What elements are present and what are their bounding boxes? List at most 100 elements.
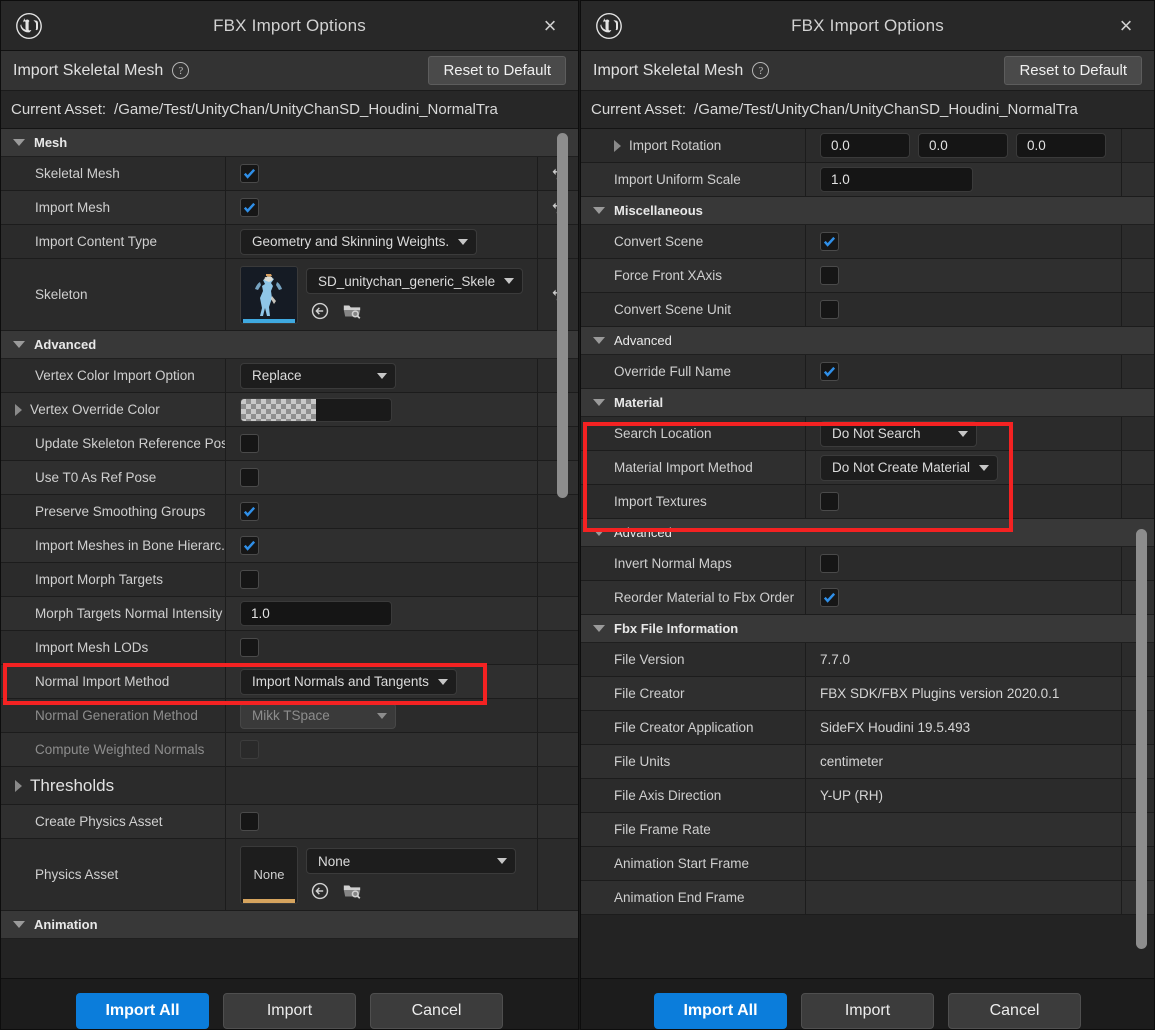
- cancel-button[interactable]: Cancel: [948, 993, 1081, 1029]
- import-rotation-x-input[interactable]: 0.0: [820, 133, 910, 158]
- import-uniform-scale-input[interactable]: 1.0: [820, 167, 973, 192]
- material-import-method-dropdown[interactable]: Do Not Create Material: [820, 454, 999, 481]
- import-content-type-dropdown[interactable]: Geometry and Skinning Weights.: [240, 228, 478, 255]
- help-icon[interactable]: ?: [752, 62, 770, 79]
- row-morph-targets-normal-intensity[interactable]: Morph Targets Normal Intensity 1.0: [1, 597, 578, 631]
- import-rotation-y-input[interactable]: 0.0: [918, 133, 1008, 158]
- row-import-mesh[interactable]: Import Mesh: [1, 191, 578, 225]
- import-mesh-checkbox[interactable]: [240, 198, 259, 217]
- row-create-physics-asset[interactable]: Create Physics Asset: [1, 805, 578, 839]
- import-mesh-lods-checkbox[interactable]: [240, 638, 259, 657]
- row-material-import-method[interactable]: Material Import Method Do Not Create Mat…: [581, 451, 1154, 485]
- physics-asset-dropdown[interactable]: None: [306, 848, 516, 874]
- vertical-scrollbar-right[interactable]: [1136, 529, 1147, 949]
- row-import-meshes-in-bone-hierarchy[interactable]: Import Meshes in Bone Hierarc...: [1, 529, 578, 563]
- browse-to-asset-icon[interactable]: [342, 881, 362, 901]
- row-label: Physics Asset: [1, 839, 226, 910]
- import-morph-targets-checkbox[interactable]: [240, 570, 259, 589]
- force-front-xaxis-checkbox[interactable]: [820, 266, 839, 285]
- row-vertex-color-import-option[interactable]: Vertex Color Import Option Replace: [1, 359, 578, 393]
- category-advanced[interactable]: Advanced: [1, 331, 578, 359]
- search-location-dropdown[interactable]: Do Not Search: [820, 420, 977, 447]
- physics-asset-thumbnail[interactable]: None: [240, 845, 298, 904]
- use-selected-asset-icon[interactable]: [310, 301, 330, 321]
- row-import-uniform-scale[interactable]: Import Uniform Scale 1.0: [581, 163, 1154, 197]
- category-animation[interactable]: Animation: [1, 911, 578, 939]
- import-button[interactable]: Import: [801, 993, 934, 1029]
- convert-scene-unit-checkbox[interactable]: [820, 300, 839, 319]
- reset-to-default-button[interactable]: Reset to Default: [1004, 56, 1142, 85]
- vertex-color-import-option-dropdown[interactable]: Replace: [240, 362, 396, 389]
- row-physics-asset[interactable]: Physics Asset None None: [1, 839, 578, 911]
- close-icon[interactable]: ×: [1112, 12, 1140, 40]
- row-override-full-name[interactable]: Override Full Name: [581, 355, 1154, 389]
- category-mesh[interactable]: Mesh: [1, 129, 578, 157]
- use-selected-asset-icon[interactable]: [310, 881, 330, 901]
- row-skeleton[interactable]: Skeleton SD_unitychan_generic_Skele: [1, 259, 578, 331]
- row-value: [226, 529, 538, 562]
- row-normal-import-method[interactable]: Normal Import Method Import Normals and …: [1, 665, 578, 699]
- help-icon[interactable]: ?: [172, 62, 190, 79]
- row-update-skeleton-reference-pose[interactable]: Update Skeleton Reference Pose: [1, 427, 578, 461]
- chevron-right-icon[interactable]: [15, 779, 22, 792]
- file-axis-direction-value: Y-UP (RH): [820, 788, 884, 803]
- category-fbx-file-information[interactable]: Fbx File Information: [581, 615, 1154, 643]
- close-icon[interactable]: ×: [536, 12, 564, 40]
- skeleton-asset-dropdown[interactable]: SD_unitychan_generic_Skele: [306, 268, 524, 294]
- row-label: Reorder Material to Fbx Order: [581, 581, 806, 614]
- chevron-down-icon: [593, 399, 605, 406]
- import-meshes-in-bone-hierarchy-checkbox[interactable]: [240, 536, 259, 555]
- chevron-down-icon: [497, 858, 507, 864]
- row-search-location[interactable]: Search Location Do Not Search: [581, 417, 1154, 451]
- row-force-front-xaxis[interactable]: Force Front XAxis: [581, 259, 1154, 293]
- chevron-right-icon[interactable]: [15, 403, 22, 416]
- row-value: Replace: [226, 359, 538, 392]
- category-advanced-misc[interactable]: Advanced: [581, 327, 1154, 355]
- vertical-scrollbar-left[interactable]: [557, 133, 568, 498]
- create-physics-asset-checkbox[interactable]: [240, 812, 259, 831]
- row-convert-scene[interactable]: Convert Scene: [581, 225, 1154, 259]
- update-skeleton-reference-pose-checkbox[interactable]: [240, 434, 259, 453]
- row-preserve-smoothing-groups[interactable]: Preserve Smoothing Groups: [1, 495, 578, 529]
- row-import-rotation[interactable]: Import Rotation 0.0 0.0 0.0: [581, 129, 1154, 163]
- import-rotation-z-input[interactable]: 0.0: [1016, 133, 1106, 158]
- row-import-content-type[interactable]: Import Content Type Geometry and Skinnin…: [1, 225, 578, 259]
- import-button[interactable]: Import: [223, 993, 356, 1029]
- import-all-button[interactable]: Import All: [654, 993, 787, 1029]
- use-t0-as-ref-pose-checkbox[interactable]: [240, 468, 259, 487]
- row-reorder-material-to-fbx-order[interactable]: Reorder Material to Fbx Order: [581, 581, 1154, 615]
- convert-scene-checkbox[interactable]: [820, 232, 839, 251]
- import-textures-checkbox[interactable]: [820, 492, 839, 511]
- row-thresholds[interactable]: Thresholds: [1, 767, 578, 805]
- reset-to-default-button[interactable]: Reset to Default: [428, 56, 566, 85]
- chevron-right-icon[interactable]: [614, 139, 621, 152]
- row-skeletal-mesh[interactable]: Skeletal Mesh: [1, 157, 578, 191]
- row-import-textures[interactable]: Import Textures: [581, 485, 1154, 519]
- invert-normal-maps-checkbox[interactable]: [820, 554, 839, 573]
- import-all-button[interactable]: Import All: [76, 993, 209, 1029]
- skeletal-mesh-checkbox[interactable]: [240, 164, 259, 183]
- chevron-down-icon: [458, 238, 469, 245]
- preserve-smoothing-groups-checkbox[interactable]: [240, 502, 259, 521]
- row-convert-scene-unit[interactable]: Convert Scene Unit: [581, 293, 1154, 327]
- row-import-mesh-lods[interactable]: Import Mesh LODs: [1, 631, 578, 665]
- row-vertex-override-color[interactable]: Vertex Override Color: [1, 393, 578, 427]
- cancel-button[interactable]: Cancel: [370, 993, 503, 1029]
- category-material[interactable]: Material: [581, 389, 1154, 417]
- category-advanced-material[interactable]: Advanced: [581, 519, 1154, 547]
- morph-targets-normal-intensity-input[interactable]: 1.0: [240, 601, 392, 626]
- vertex-override-color-swatch[interactable]: [240, 397, 392, 422]
- fbx-import-options-window-left: FBX Import Options × Import Skeletal Mes…: [0, 0, 579, 1030]
- row-import-morph-targets[interactable]: Import Morph Targets: [1, 563, 578, 597]
- chevron-down-icon: [13, 139, 25, 146]
- row-use-t0-as-ref-pose[interactable]: Use T0 As Ref Pose: [1, 461, 578, 495]
- row-value: SideFX Houdini 19.5.493: [806, 711, 1122, 744]
- skeleton-thumbnail[interactable]: [240, 265, 298, 324]
- reorder-material-to-fbx-order-checkbox[interactable]: [820, 588, 839, 607]
- row-invert-normal-maps[interactable]: Invert Normal Maps: [581, 547, 1154, 581]
- browse-to-asset-icon[interactable]: [342, 301, 362, 321]
- override-full-name-checkbox[interactable]: [820, 362, 839, 381]
- category-miscellaneous[interactable]: Miscellaneous: [581, 197, 1154, 225]
- normal-import-method-dropdown[interactable]: Import Normals and Tangents: [240, 668, 457, 695]
- thumb-underline: [243, 898, 295, 903]
